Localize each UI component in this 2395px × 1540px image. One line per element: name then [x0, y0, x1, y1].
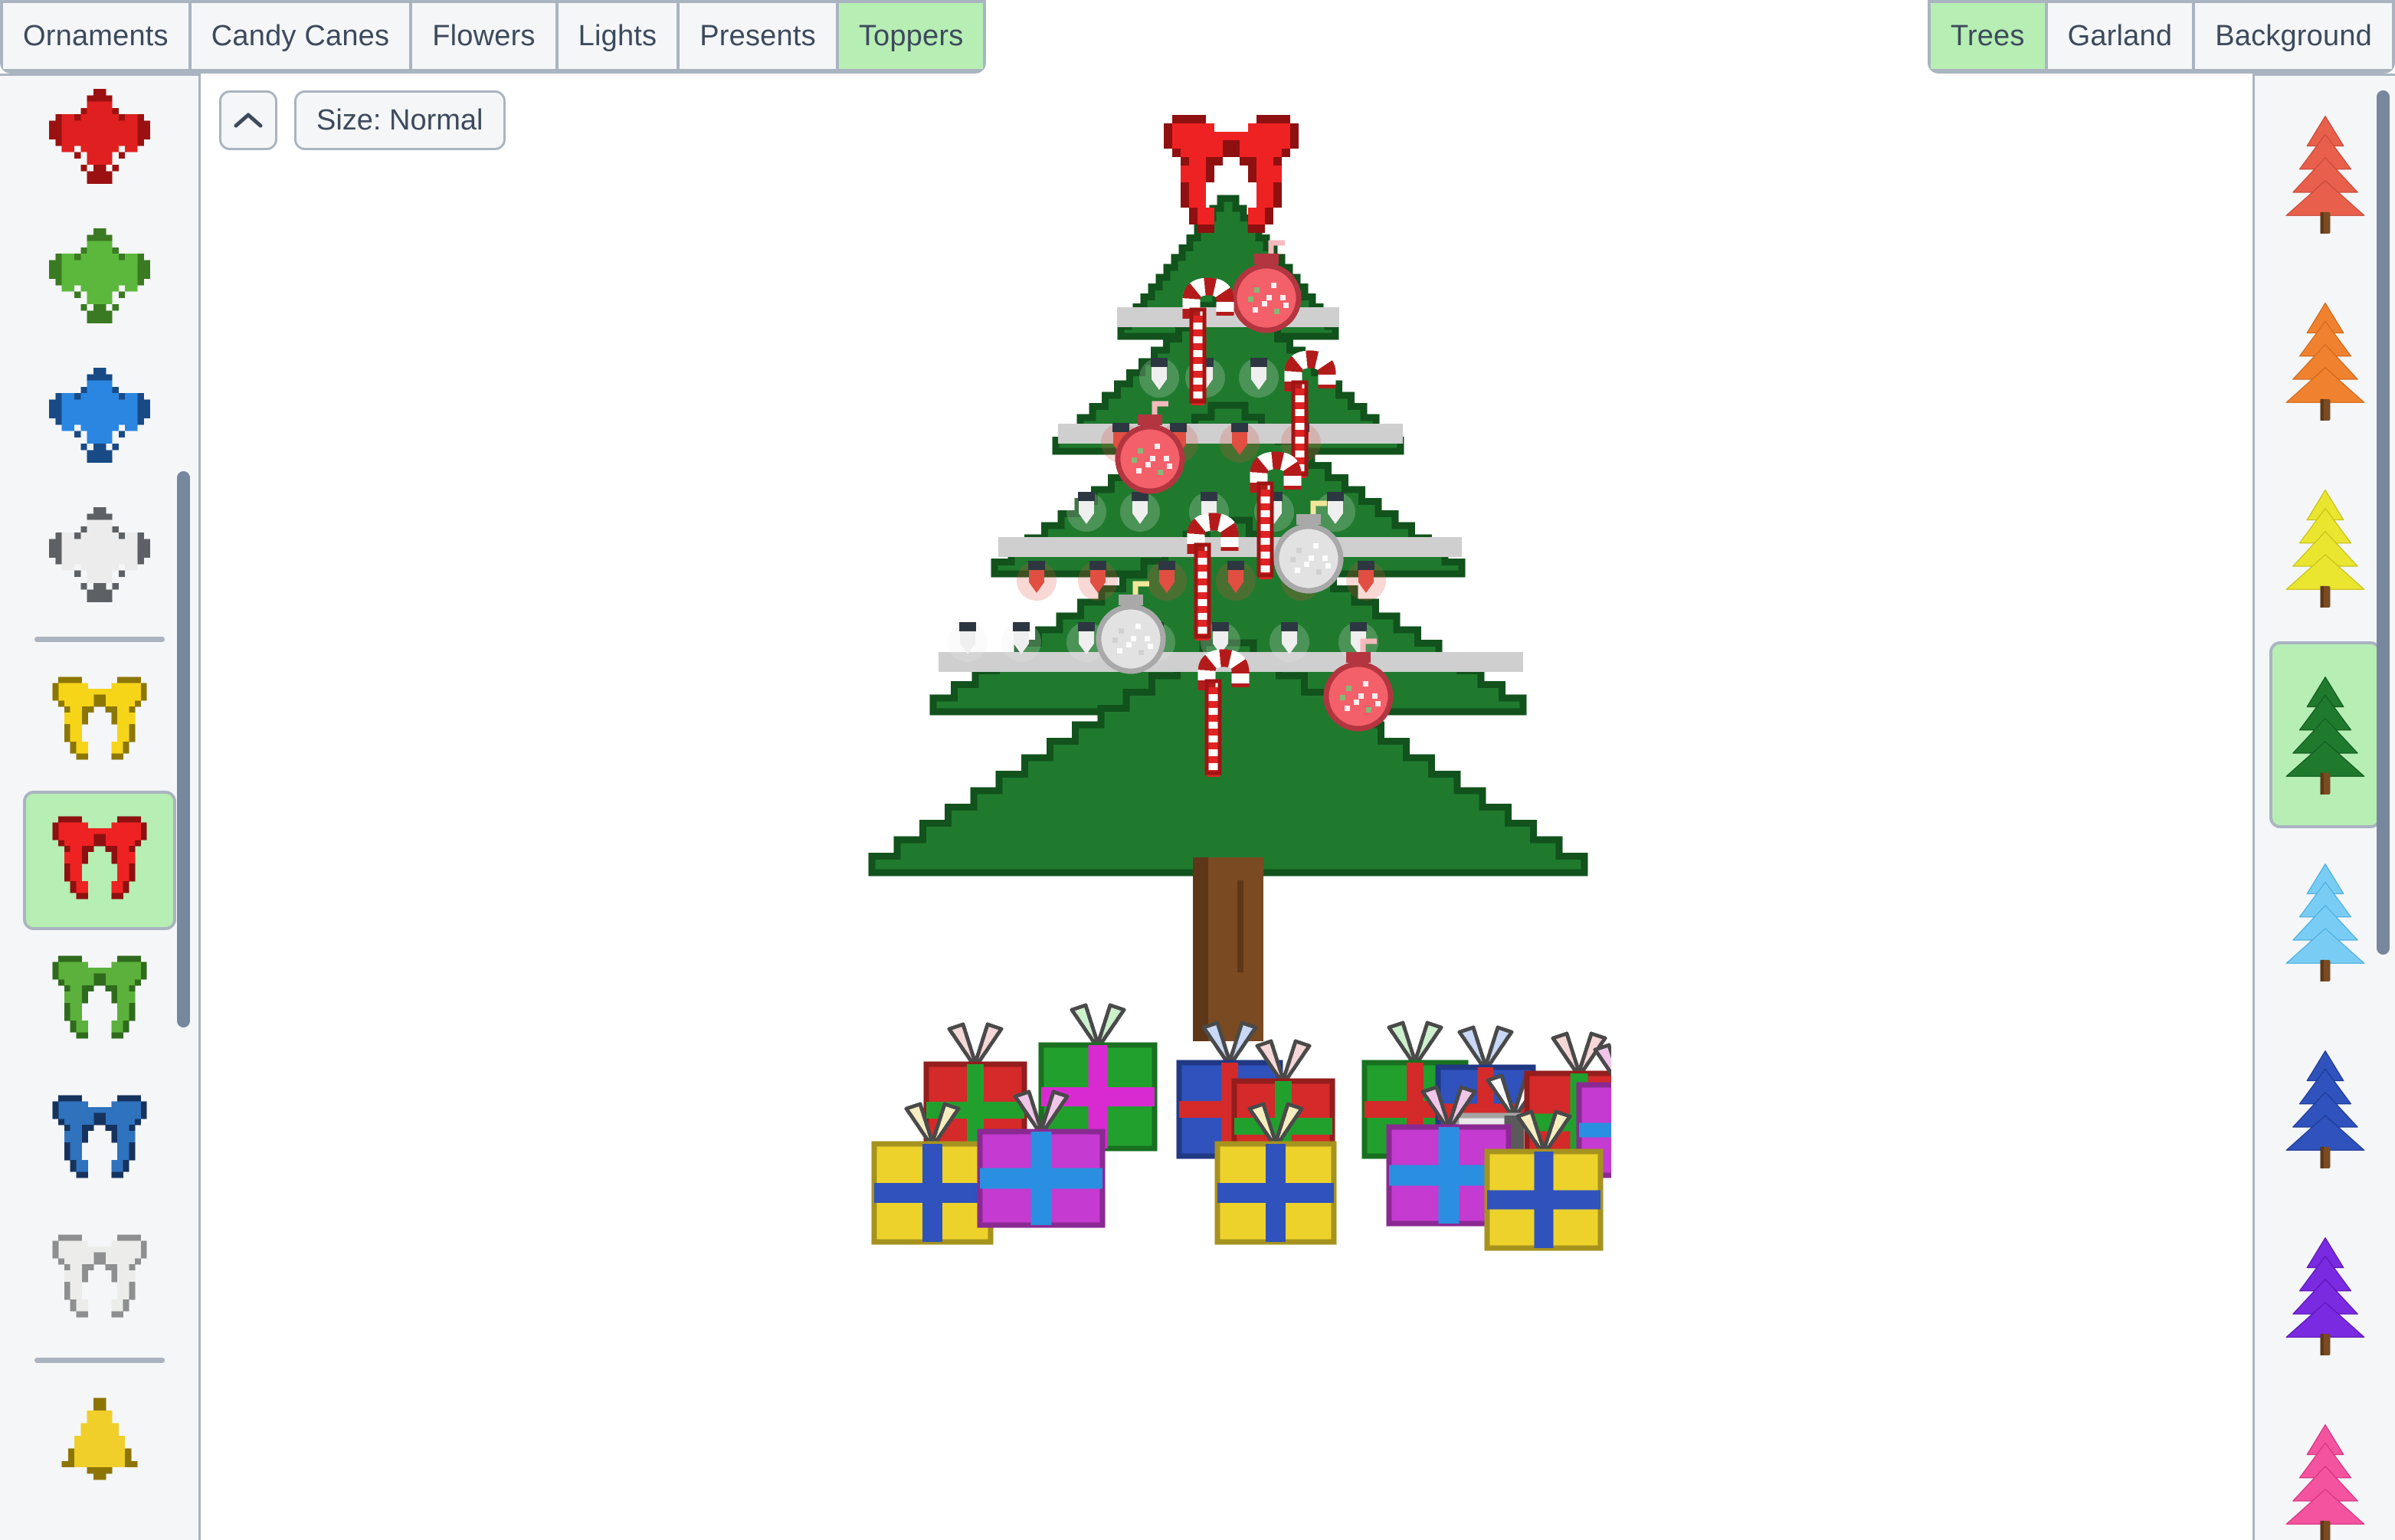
- tree-swatch-purple[interactable]: Purple Tree: [2269, 1202, 2381, 1389]
- topper-star-green-icon: [48, 228, 150, 323]
- right-panel-scrollbar-thumb[interactable]: [2377, 90, 2390, 955]
- topper-bell-gold[interactable]: Gold Bell: [23, 1372, 176, 1512]
- tree-canvas[interactable]: [203, 76, 2252, 1540]
- tab-candy-canes[interactable]: Candy Canes: [191, 3, 410, 69]
- light-bulb-3-1[interactable]: [1066, 492, 1106, 532]
- tree-swatch-red-icon: [2285, 116, 2364, 234]
- tab-trees[interactable]: Trees: [1930, 3, 2045, 69]
- tree-swatch-lightblue[interactable]: Light Blue Tree: [2269, 828, 2381, 1015]
- light-bulb-4-1[interactable]: [1016, 561, 1057, 601]
- tree-swatch-blue[interactable]: Blue Tree: [2269, 1015, 2381, 1202]
- topper-bow-yellow-icon: [52, 677, 147, 760]
- tab-toppers[interactable]: Toppers: [838, 3, 984, 69]
- topper-palette-list: Red StarGreen StarBlue StarWhite Star Yel…: [0, 76, 198, 1512]
- light-bulb-4-4[interactable]: [1215, 561, 1256, 601]
- topper-bell-gold-icon: [61, 1397, 138, 1480]
- chevron-up-icon: [234, 113, 263, 128]
- light-bulb-4-2[interactable]: [1077, 561, 1118, 601]
- topper-star-blue[interactable]: Blue Star: [23, 349, 176, 488]
- tree-palette-panel: Red TreeOrange TreeYellow TreeGreen Tree…: [2252, 74, 2395, 1540]
- topper-star-green[interactable]: Green Star: [23, 209, 176, 349]
- light-bulb-3-5[interactable]: [1315, 492, 1355, 532]
- light-bulb-1-3[interactable]: [1238, 358, 1279, 398]
- trunk-shadow: [1192, 857, 1208, 1041]
- present-4[interactable]: [1038, 1003, 1157, 1152]
- tab-ornaments[interactable]: Ornaments: [3, 3, 188, 69]
- topper-bow-blue-icon: [52, 1095, 147, 1178]
- christmas-tree-scene[interactable]: [845, 84, 1611, 1524]
- tab-presents[interactable]: Presents: [680, 3, 836, 69]
- light-bulb-5-6[interactable]: [1269, 622, 1309, 662]
- decoration-category-tabs: Ornaments Candy Canes Flowers Lights Present…: [0, 0, 987, 74]
- tree-swatch-green[interactable]: Green Tree: [2269, 641, 2381, 828]
- tree-swatch-orange[interactable]: Orange Tree: [2269, 267, 2381, 454]
- tree-swatch-green-icon: [2285, 677, 2364, 795]
- tree-swatch-blue-icon: [2285, 1050, 2364, 1169]
- topper-star-red-icon: [48, 89, 150, 184]
- topper-star-white[interactable]: White Star: [23, 488, 176, 627]
- tree-swatch-purple-icon: [2285, 1237, 2364, 1356]
- tree-swatch-red[interactable]: Red Tree: [2269, 80, 2381, 267]
- topper-bow-blue[interactable]: Blue Bow: [23, 1070, 176, 1209]
- topper-bow-green[interactable]: Green Bow: [23, 930, 176, 1070]
- trunk-grain: [1237, 880, 1243, 972]
- tab-flowers[interactable]: Flowers: [412, 3, 555, 69]
- tree-swatch-orange-icon: [2285, 303, 2364, 421]
- topper-bow-red-icon: [52, 816, 147, 899]
- tree-swatch-lightblue-icon: [2285, 863, 2364, 982]
- topper-bow-red[interactable]: Red Bow: [22, 791, 176, 930]
- tree-swatch-yellow[interactable]: Yellow Tree: [2269, 454, 2381, 641]
- collapse-panel-button[interactable]: [219, 90, 277, 150]
- presents-layer[interactable]: [871, 1003, 1611, 1251]
- light-bulb-5-1[interactable]: [947, 622, 988, 662]
- topper-palette-scroll-area[interactable]: Red StarGreen StarBlue StarWhite Star Yel…: [0, 76, 198, 1540]
- tab-garland[interactable]: Garland: [2047, 3, 2193, 69]
- topper-star-blue-icon: [48, 368, 150, 463]
- light-bulb-1-1[interactable]: [1139, 358, 1179, 398]
- canvas-toolbar: Size: Normal: [219, 90, 506, 150]
- divider-1: [34, 637, 165, 642]
- tab-lights[interactable]: Lights: [558, 3, 677, 69]
- light-bulb-4-3[interactable]: [1146, 561, 1187, 601]
- scene-category-tabs: Trees Garland Background: [1927, 0, 2395, 74]
- size-button[interactable]: Size: Normal: [294, 90, 506, 150]
- topper-star-red[interactable]: Red Star: [23, 76, 176, 209]
- topper-bow-white-icon: [52, 1234, 147, 1318]
- topper-star-white-icon: [48, 507, 150, 602]
- divider-2: [34, 1358, 165, 1363]
- light-bulb-5-2[interactable]: [1001, 622, 1041, 662]
- left-panel-scrollbar[interactable]: [174, 76, 194, 1540]
- app-root: Ornaments Candy Canes Flowers Lights Present…: [0, 0, 2395, 1540]
- tab-background[interactable]: Background: [2195, 3, 2392, 69]
- topper-bow-white[interactable]: White Bow: [23, 1209, 176, 1348]
- topper-bow-green-icon: [52, 955, 147, 1039]
- topper-palette-panel: Red StarGreen StarBlue StarWhite Star Yel…: [0, 74, 201, 1540]
- light-bulb-2-3[interactable]: [1219, 423, 1260, 463]
- topper-bow-yellow[interactable]: Yellow Bow: [23, 651, 176, 791]
- tree-swatch-yellow-icon: [2285, 490, 2364, 608]
- light-bulb-4-6[interactable]: [1345, 561, 1386, 601]
- tree-trunk[interactable]: [1192, 857, 1263, 1041]
- tree-swatch-pink-icon: [2285, 1424, 2364, 1540]
- light-bulb-3-2[interactable]: [1119, 492, 1160, 532]
- left-panel-scrollbar-thumb[interactable]: [177, 470, 190, 1028]
- tree-swatch-pink[interactable]: Pink Tree: [2269, 1389, 2381, 1540]
- right-panel-scrollbar[interactable]: [2374, 76, 2393, 1540]
